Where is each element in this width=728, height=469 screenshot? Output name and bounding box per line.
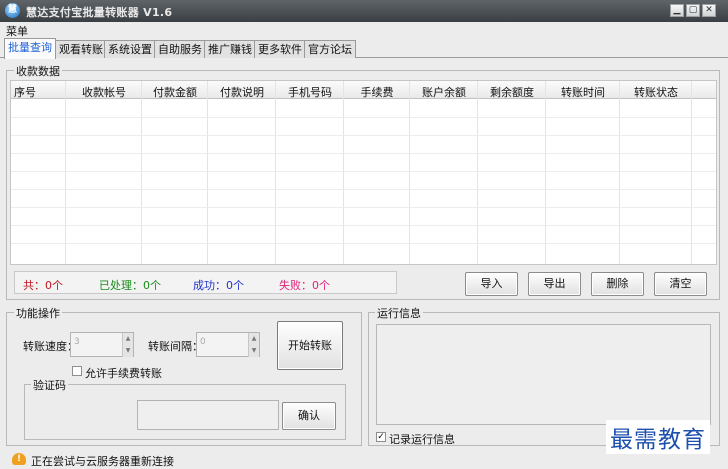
grid-line	[409, 81, 410, 264]
grid-line	[691, 81, 692, 264]
grid-line	[343, 81, 344, 264]
grid-line	[275, 81, 276, 264]
col-fee[interactable]: 手续费	[344, 84, 410, 100]
stat-processed: 已处理：0个	[99, 279, 161, 292]
run-log-textarea[interactable]	[376, 324, 711, 425]
title-bar: 慧 慧达支付宝批量转账器 V1.6 ▁ ▢ ✕	[0, 0, 728, 22]
grid-line	[11, 153, 716, 154]
minimize-button[interactable]: ▁	[670, 4, 684, 17]
menu-item-main[interactable]: 菜单	[6, 23, 28, 39]
captcha-legend: 验证码	[31, 377, 68, 393]
col-account[interactable]: 收款帐号	[66, 84, 142, 100]
window-title: 慧达支付宝批量转账器 V1.6	[26, 6, 173, 19]
speed-value: 3	[74, 337, 80, 347]
menu-bar: 菜单	[0, 22, 728, 38]
chevron-down-icon[interactable]: ▼	[122, 345, 133, 357]
tab-strip: 批量查询 观看转账 系统设置 自助服务 推广赚钱 更多软件 官方论坛	[0, 38, 728, 59]
run-info-legend: 运行信息	[375, 305, 423, 321]
grid-line	[477, 81, 478, 264]
speed-stepper[interactable]: 3 ▲ ▼	[70, 332, 134, 357]
tab-batch-query[interactable]: 批量查询	[4, 38, 56, 59]
allow-fee-checkbox[interactable]	[72, 366, 82, 376]
table-header: 序号 收款帐号 付款金额 付款说明 手机号码 手续费 账户余额 剩余额度 转账时…	[11, 81, 716, 100]
record-log-label: 记录运行信息	[389, 433, 455, 446]
connection-status: 正在尝试与云服务器重新连接	[31, 455, 174, 468]
grid-line	[11, 207, 716, 208]
interval-value: 0	[200, 337, 206, 347]
interval-label: 转账间隔：	[148, 340, 203, 353]
import-button[interactable]: 导入	[465, 272, 518, 296]
stat-success: 成功：0个	[193, 279, 244, 292]
chevron-up-icon[interactable]: ▲	[122, 333, 133, 345]
cloud-warning-icon: !	[12, 453, 26, 465]
tab-more-software[interactable]: 更多软件	[254, 40, 306, 58]
col-phone[interactable]: 手机号码	[276, 84, 344, 100]
grid-line	[141, 81, 142, 264]
allow-fee-label: 允许手续费转账	[85, 367, 162, 380]
grid-line	[11, 225, 716, 226]
col-amount[interactable]: 付款金额	[142, 84, 208, 100]
stat-fail: 失败：0个	[279, 279, 330, 292]
tab-promote[interactable]: 推广赚钱	[204, 40, 256, 58]
clear-button[interactable]: 清空	[654, 272, 707, 296]
col-time[interactable]: 转账时间	[546, 84, 620, 100]
chevron-down-icon[interactable]: ▼	[248, 345, 259, 357]
tab-self-service[interactable]: 自助服务	[154, 40, 206, 58]
watermark-logo: 最需教育	[606, 420, 710, 454]
tab-system-settings[interactable]: 系统设置	[104, 40, 156, 58]
grid-line	[11, 189, 716, 190]
col-balance[interactable]: 账户余额	[410, 84, 478, 100]
close-button[interactable]: ✕	[702, 4, 716, 17]
grid-line	[11, 171, 716, 172]
chevron-up-icon[interactable]: ▲	[248, 333, 259, 345]
grid-line	[207, 81, 208, 264]
record-log-checkbox[interactable]: ✓	[376, 432, 386, 442]
grid-line	[65, 81, 66, 264]
grid-line	[619, 81, 620, 264]
grid-line	[11, 117, 716, 118]
receive-data-legend: 收款数据	[14, 63, 62, 79]
col-index[interactable]: 序号	[13, 84, 37, 100]
grid-line	[11, 135, 716, 136]
operations-legend: 功能操作	[14, 305, 62, 321]
confirm-button[interactable]: 确认	[282, 402, 336, 430]
col-remaining[interactable]: 剩余额度	[478, 84, 546, 100]
receive-data-table[interactable]: 序号 收款帐号 付款金额 付款说明 手机号码 手续费 账户余额 剩余额度 转账时…	[10, 80, 717, 265]
tab-official-forum[interactable]: 官方论坛	[304, 40, 356, 58]
stats-bar: 共：0个 已处理：0个 成功：0个 失败：0个	[14, 271, 397, 294]
grid-line	[545, 81, 546, 264]
col-note[interactable]: 付款说明	[208, 84, 276, 100]
export-button[interactable]: 导出	[528, 272, 581, 296]
tab-watch-transfer[interactable]: 观看转账	[55, 40, 107, 58]
captcha-input[interactable]	[137, 400, 279, 430]
stat-total: 共：0个	[23, 279, 63, 292]
col-status[interactable]: 转账状态	[620, 84, 692, 100]
delete-button[interactable]: 删除	[591, 272, 644, 296]
maximize-button[interactable]: ▢	[686, 4, 700, 17]
start-transfer-button[interactable]: 开始转账	[277, 321, 343, 370]
app-logo-icon: 慧	[5, 3, 20, 18]
interval-stepper[interactable]: 0 ▲ ▼	[196, 332, 260, 357]
grid-line	[11, 243, 716, 244]
